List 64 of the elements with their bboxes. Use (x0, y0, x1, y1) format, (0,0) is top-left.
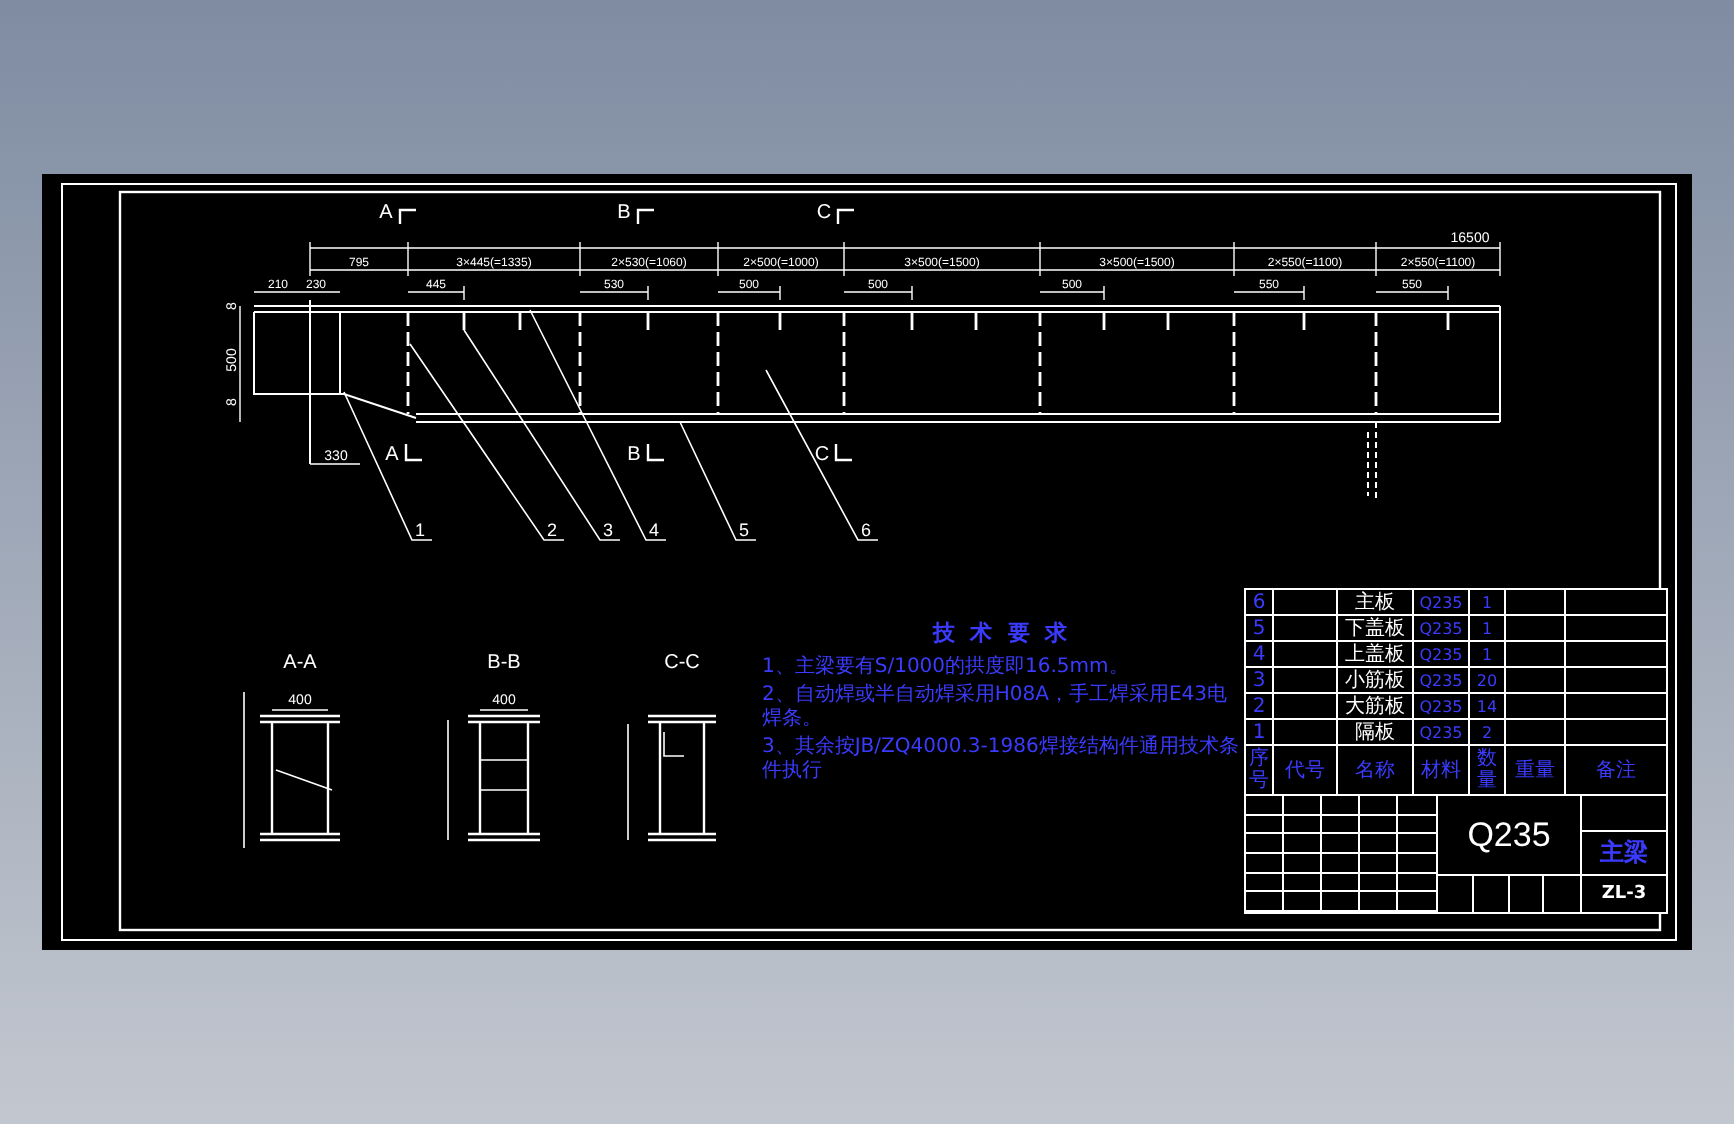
note-text: 1、主梁要有S/1000的拱度即16.5mm。 (762, 656, 1131, 680)
table-cell: 1 (1470, 590, 1506, 614)
section-mark-label: C (816, 202, 832, 224)
table-cell: 主板 (1338, 590, 1414, 614)
table-cell: 2 (1470, 720, 1506, 744)
column-header: 数量 (1470, 746, 1506, 794)
column-header: 名称 (1338, 746, 1414, 794)
dimension-lines (271, 709, 329, 711)
table-cell: Q235 (1414, 616, 1470, 640)
table-cell: Q235 (1414, 720, 1470, 744)
section-mark-label: A (385, 444, 399, 466)
part-name: 主梁 (1582, 832, 1666, 876)
table-cell: 隔板 (1338, 720, 1414, 744)
table-cell: 4 (1246, 642, 1274, 666)
part-number-label: 3 (603, 520, 613, 540)
section-mark-label: B (617, 202, 631, 224)
table-cell: 3 (1246, 668, 1274, 692)
dimension-lines (479, 709, 529, 711)
column-header: 序号 (1246, 746, 1274, 794)
cross-section-drawing (447, 714, 542, 842)
table-cell: 上盖板 (1338, 642, 1414, 666)
notes-title: 技 术 要 求 (930, 618, 1074, 648)
part-number-label: 6 (861, 520, 871, 540)
table-cell: 14 (1470, 694, 1506, 718)
part-number-label: 4 (649, 520, 659, 540)
section-mark-label: C (814, 444, 830, 466)
column-header: 材料 (1414, 746, 1470, 794)
table-cell: Q235 (1414, 694, 1470, 718)
table-cell: 1 (1470, 616, 1506, 640)
section-cut-marker (646, 444, 664, 462)
table-cell: 1 (1246, 720, 1274, 744)
table-cell: 小筋板 (1338, 668, 1414, 692)
table-cell: 6 (1246, 590, 1274, 614)
cross-section-drawing (627, 714, 718, 842)
section-cut-marker (834, 444, 852, 462)
table-cell: Q235 (1414, 668, 1470, 692)
table-cell: 2 (1246, 694, 1274, 718)
table-cell: 5 (1246, 616, 1274, 640)
table-cell: Q235 (1414, 642, 1470, 666)
table-cell: 1 (1470, 642, 1506, 666)
table-cell: 下盖板 (1338, 616, 1414, 640)
table-cell: Q235 (1414, 590, 1470, 614)
section-cut-marker (836, 208, 854, 224)
section-mark-label: A (379, 202, 393, 224)
column-header: 重量 (1506, 746, 1566, 794)
column-header: 备注 (1594, 757, 1638, 785)
part-number-label: 2 (547, 520, 557, 540)
column-header: 代号 (1274, 746, 1338, 794)
section-title: A-A (283, 652, 317, 674)
section-cut-marker (404, 444, 422, 462)
note-text: 2、自动焊或半自动焊采用H08A，手工焊采用E43电焊条。 (762, 684, 1229, 732)
section-cut-marker (398, 208, 416, 224)
section-title: C-C (664, 652, 700, 674)
part-number-label: 5 (739, 520, 749, 540)
drawing-number: ZL-3 (1599, 882, 1649, 908)
section-cut-marker (636, 208, 654, 224)
material-label: Q235 (1438, 796, 1580, 876)
note-text: 3、其余按JB/ZQ4000.3-1986焊接结构件通用技术条件执行 (762, 736, 1241, 784)
table-cell: 20 (1470, 668, 1506, 692)
section-mark-label: B (627, 444, 641, 466)
part-number-label: 1 (415, 520, 425, 540)
section-title: B-B (487, 652, 521, 674)
leader-line (679, 421, 757, 541)
table-cell: 大筋板 (1338, 694, 1414, 718)
